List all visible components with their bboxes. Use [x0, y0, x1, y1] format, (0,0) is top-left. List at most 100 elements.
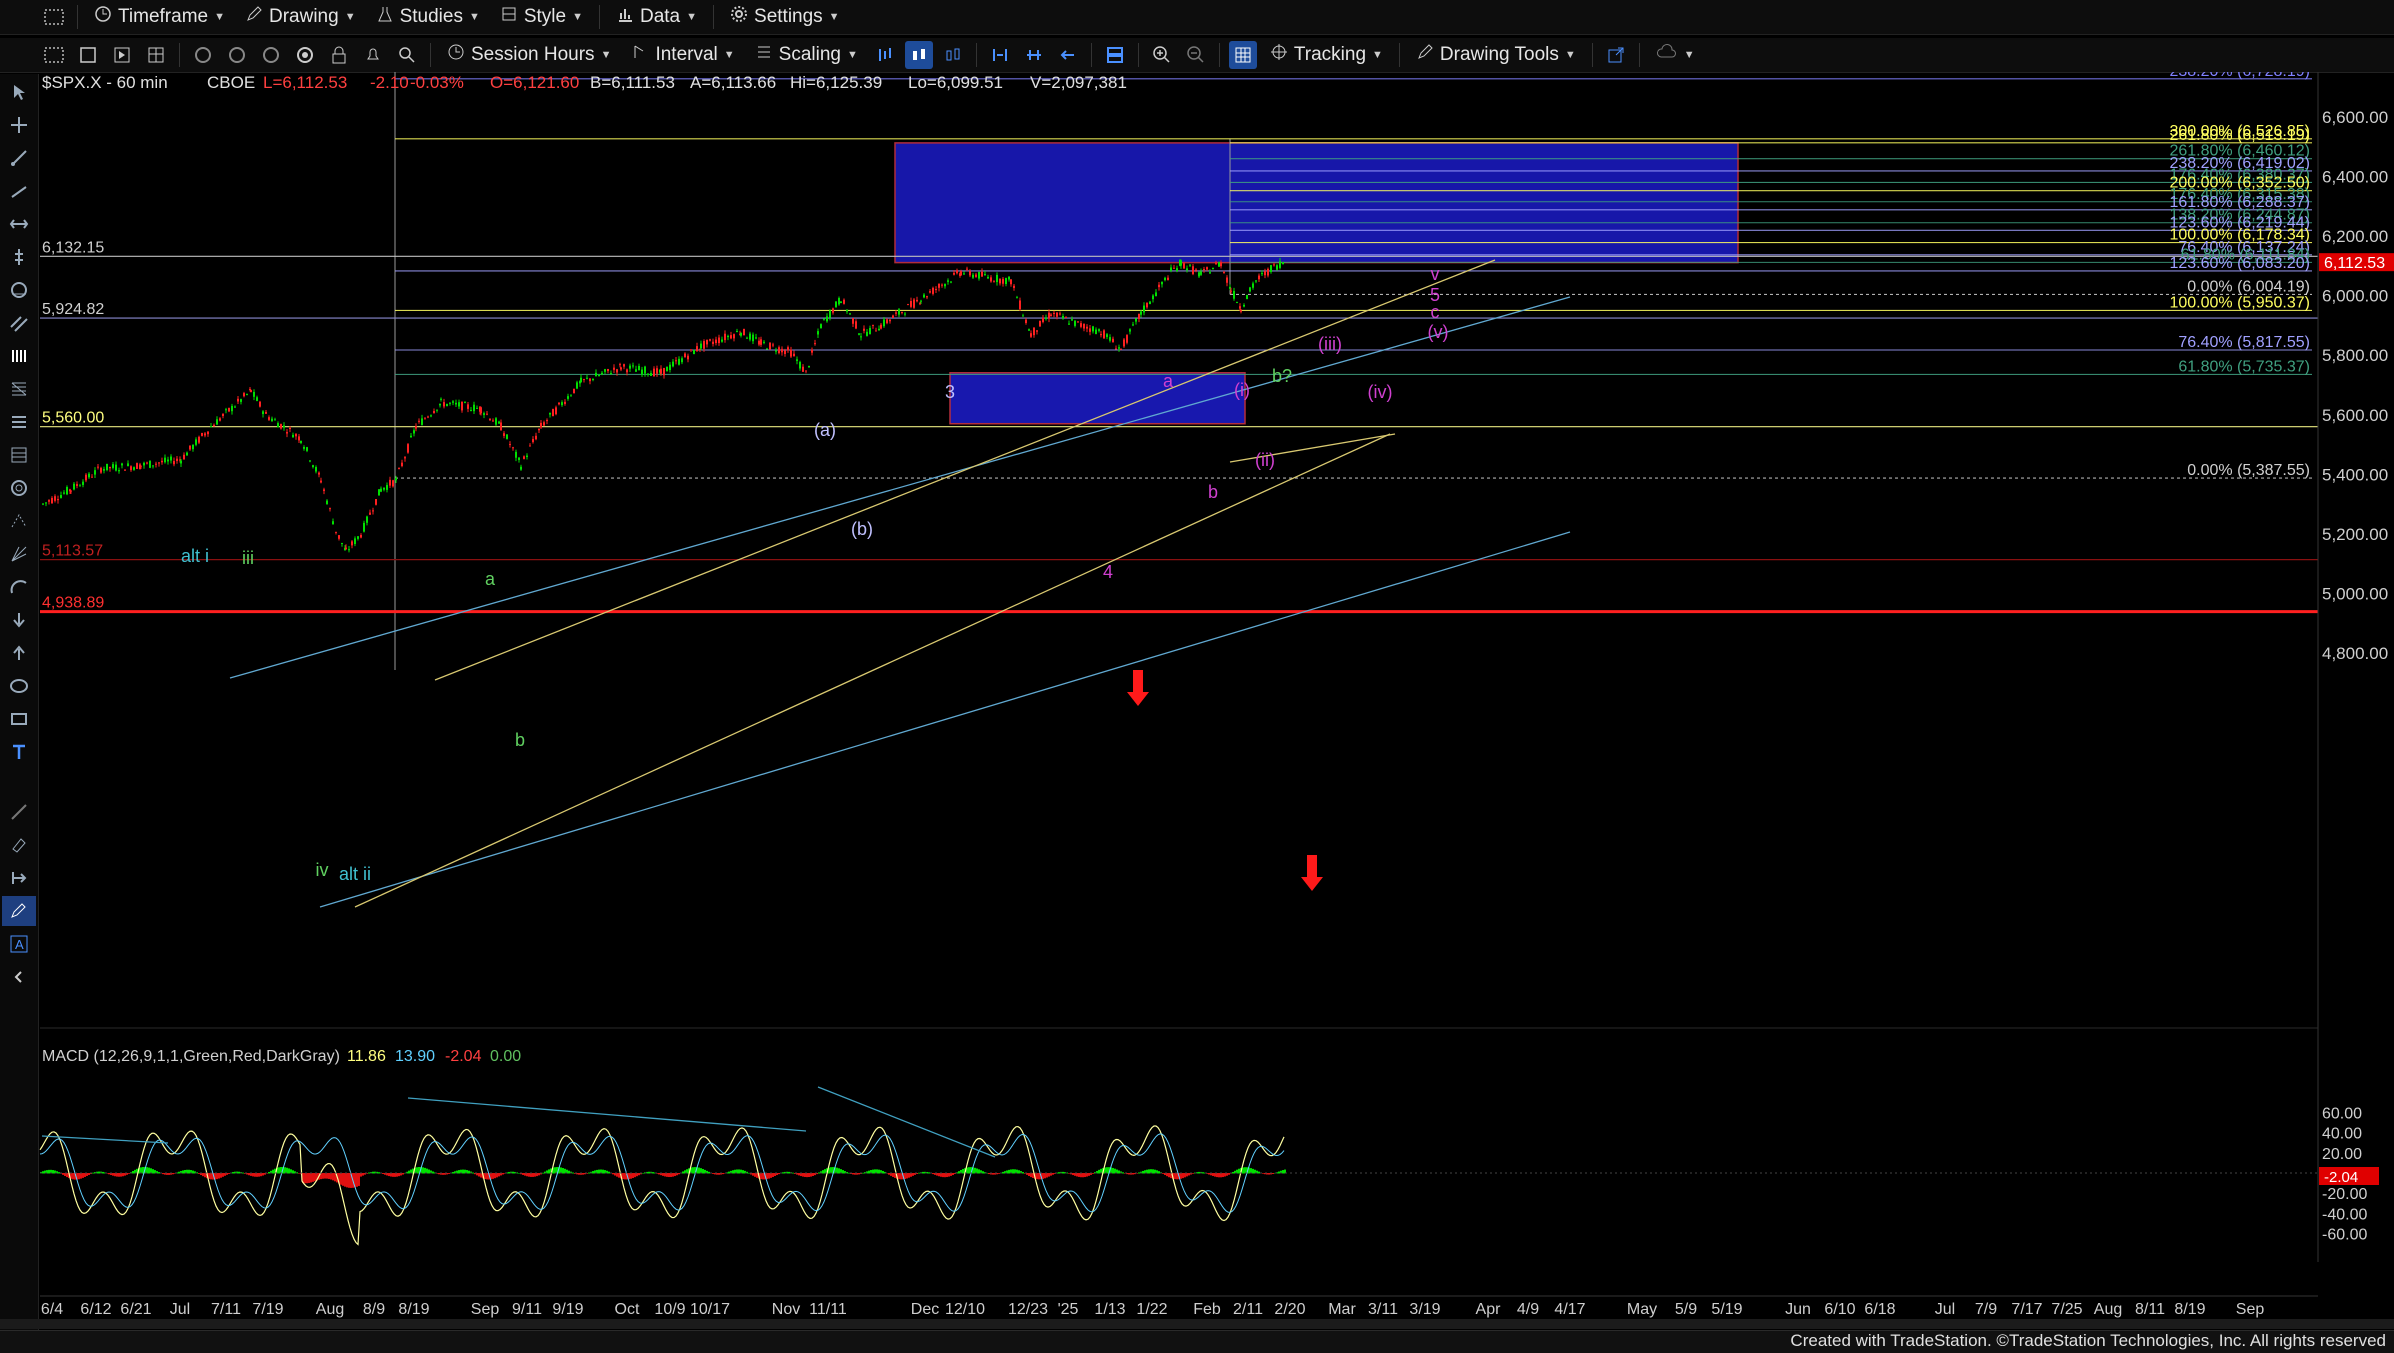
candle-body: [1033, 327, 1035, 336]
wave-label: a: [485, 569, 496, 589]
macd-hist-bar: [168, 1173, 170, 1175]
candle-body: [515, 451, 517, 458]
candle-body: [1028, 329, 1030, 331]
macd-hist-bar: [108, 1173, 110, 1175]
layout-icon[interactable]: [1101, 41, 1129, 69]
macd-hist-bar: [372, 1171, 374, 1174]
candle-body: [243, 393, 245, 397]
grid-toggle-icon[interactable]: [1228, 41, 1257, 69]
candle-body: [727, 335, 729, 338]
circle-icon[interactable]: [257, 41, 285, 69]
macd-hist-bar: [1238, 1168, 1240, 1174]
macd-hist-bar: [1186, 1173, 1188, 1177]
candle-body: [610, 373, 612, 375]
candle-body: [483, 413, 485, 415]
compress-icon[interactable]: [986, 41, 1014, 69]
candle-body: [535, 435, 537, 440]
macd-hist-bar: [624, 1173, 626, 1180]
candlestick-icon[interactable]: [904, 41, 933, 69]
candle-body: [790, 349, 792, 357]
link-icon[interactable]: [291, 41, 319, 69]
candle-body: [647, 373, 649, 375]
candle-body: [1164, 277, 1166, 281]
export-icon[interactable]: [1602, 41, 1630, 69]
price-chart[interactable]: 6,132.15 5,924.82 5,560.00 5,113.57 4,938.89…: [0, 72, 2394, 1322]
macd-hist-bar: [306, 1173, 308, 1184]
candle-body: [1239, 306, 1241, 309]
candle-body: [966, 268, 968, 270]
scaling-dropdown[interactable]: Scaling ▼: [745, 40, 868, 70]
horizontal-scrollbar[interactable]: [0, 1319, 2394, 1329]
timeframe-menu[interactable]: Timeframe ▼: [84, 2, 235, 32]
time-tick-label: 3/19: [1409, 1301, 1440, 1318]
candle-body: [152, 465, 154, 467]
wave-label: alt i: [181, 546, 209, 566]
circle-icon[interactable]: [189, 41, 217, 69]
candle-body: [538, 428, 540, 431]
candle-body: [889, 319, 891, 322]
macd-hist-bar: [512, 1171, 514, 1174]
data-menu[interactable]: Data ▼: [606, 2, 707, 32]
bell-icon[interactable]: [359, 41, 387, 69]
candle-body: [1233, 290, 1235, 299]
cursor-icon[interactable]: [108, 41, 136, 69]
studies-menu[interactable]: Studies ▼: [366, 2, 490, 32]
macd-hist-bar: [256, 1173, 258, 1177]
candle-body: [892, 315, 894, 318]
hollow-candle-icon[interactable]: [939, 41, 967, 69]
candle-body: [158, 462, 160, 464]
candle-body: [176, 458, 178, 462]
candle-body: [180, 460, 182, 464]
macd-hist-bar: [402, 1173, 404, 1175]
macd-hist-bar: [908, 1173, 910, 1178]
candle-body: [570, 395, 572, 397]
grid-icon[interactable]: [142, 41, 170, 69]
chevron-down-icon: ▼: [723, 49, 735, 61]
expand-icon[interactable]: [1020, 41, 1048, 69]
candle-body: [452, 401, 454, 403]
candle-body: [623, 364, 625, 367]
settings-menu[interactable]: Settings ▼: [720, 2, 850, 32]
candle-body: [440, 398, 442, 400]
drawing-menu[interactable]: Drawing ▼: [235, 2, 366, 32]
interval-dropdown[interactable]: Interval ▼: [621, 40, 744, 70]
zoom-out-icon[interactable]: [1182, 41, 1210, 69]
candle-body: [259, 401, 261, 407]
bar-type-icon[interactable]: [871, 41, 899, 69]
candle-body: [669, 364, 671, 370]
drawing-tools-dropdown[interactable]: Drawing Tools ▼: [1406, 40, 1586, 70]
circle-icon[interactable]: [223, 41, 251, 69]
candle-body: [601, 372, 603, 375]
macd-hist-bar: [630, 1173, 632, 1179]
macd-hist-bar: [480, 1173, 482, 1178]
candle-body: [993, 281, 995, 283]
search-icon[interactable]: [393, 41, 421, 69]
macd-hist-bar: [602, 1169, 604, 1174]
candle-body: [1158, 284, 1160, 288]
style-menu[interactable]: Style ▼: [490, 2, 593, 32]
macd-hist-bar: [666, 1173, 668, 1177]
candle-body: [48, 500, 50, 502]
macd-hist-bar: [1080, 1173, 1082, 1178]
candle-body: [237, 398, 239, 402]
time-tick-label: 12/10: [945, 1301, 985, 1318]
window-icon[interactable]: [40, 3, 68, 31]
macd-hist-bar: [1184, 1173, 1186, 1178]
save-icon[interactable]: [74, 41, 102, 69]
macd-hist-bar: [62, 1173, 64, 1175]
candle-body: [1025, 319, 1027, 323]
scroll-icon[interactable]: [1054, 41, 1082, 69]
tracking-dropdown[interactable]: Tracking ▼: [1260, 40, 1393, 70]
lock-icon[interactable]: [325, 41, 353, 69]
zoom-in-icon[interactable]: [1148, 41, 1176, 69]
red-down-arrow-icon: [1301, 855, 1323, 891]
cloud-dropdown[interactable]: ▼: [1646, 40, 1705, 70]
candle-body: [1050, 314, 1052, 317]
session-hours-dropdown[interactable]: Session Hours ▼: [437, 40, 621, 70]
toolbar-separator: [598, 5, 600, 29]
window-icon[interactable]: [40, 41, 68, 69]
candle-body: [383, 487, 385, 490]
tracking-label: Tracking: [1293, 44, 1367, 65]
candle-body: [607, 369, 609, 372]
candle-body: [265, 411, 267, 414]
